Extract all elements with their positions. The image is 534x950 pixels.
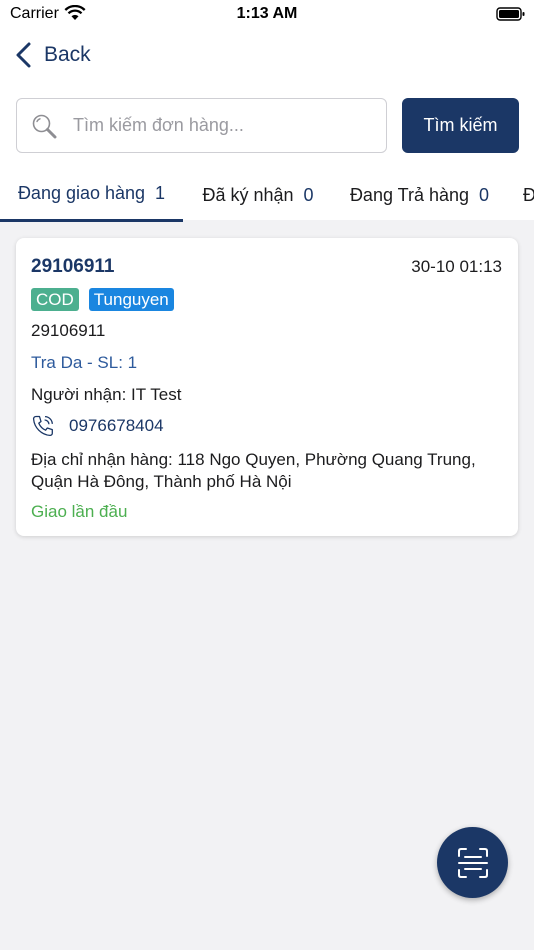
back-label: Back	[44, 43, 91, 66]
tab-label: Đ	[523, 184, 534, 205]
tab-label: Đang Trả hàng	[349, 184, 470, 205]
status-tabs: Đang giao hàng 1 Đã ký nhận 0 Đang Trả h…	[0, 168, 534, 222]
phone-icon	[32, 415, 53, 437]
tab-more[interactable]: Đ	[523, 168, 534, 222]
tab-count: 0	[303, 184, 314, 205]
user-badge: Tunguyen	[88, 288, 174, 311]
tab-count: 1	[155, 183, 166, 203]
search-icon	[32, 114, 57, 138]
search-button[interactable]: Tìm kiếm	[402, 98, 519, 153]
status-bar: Carrier 1:13 AM	[0, 0, 534, 30]
scan-icon	[457, 847, 488, 878]
clock: 1:13 AM	[236, 5, 298, 22]
order-tags: COD Tunguyen	[31, 288, 184, 311]
phone-row[interactable]: 0976678404	[31, 414, 164, 438]
tab-signed[interactable]: Đã ký nhận 0	[200, 168, 316, 222]
tab-returning[interactable]: Đang Trả hàng 0	[348, 168, 491, 222]
search-input[interactable]	[73, 115, 386, 136]
delivery-status: Giao lần đầu	[31, 502, 128, 521]
search-box[interactable]	[16, 98, 387, 153]
order-product: Tra Da - SL: 1	[31, 353, 138, 372]
chevron-left-icon	[16, 42, 31, 68]
order-address: Địa chỉ nhận hàng: 118 Ngo Quyen, Phường…	[31, 450, 476, 491]
tab-label: Đang giao hàng	[17, 183, 146, 203]
cod-badge: COD	[31, 288, 79, 311]
order-subcode: 29106911	[31, 321, 106, 340]
phone-number[interactable]: 0976678404	[69, 416, 164, 436]
battery-icon	[496, 7, 525, 21]
order-code: 29106911	[31, 256, 115, 277]
back-button[interactable]: Back	[14, 38, 91, 72]
order-card[interactable]: 29106911 30-10 01:13 COD Tunguyen 291069…	[16, 238, 518, 536]
tab-delivering[interactable]: Đang giao hàng 1	[0, 168, 183, 222]
tab-count: 0	[479, 184, 490, 205]
order-datetime: 30-10 01:13	[411, 257, 502, 276]
tab-label: Đã ký nhận	[202, 184, 294, 205]
scan-button[interactable]	[437, 827, 508, 898]
order-receiver: Người nhận: IT Test	[31, 385, 182, 404]
